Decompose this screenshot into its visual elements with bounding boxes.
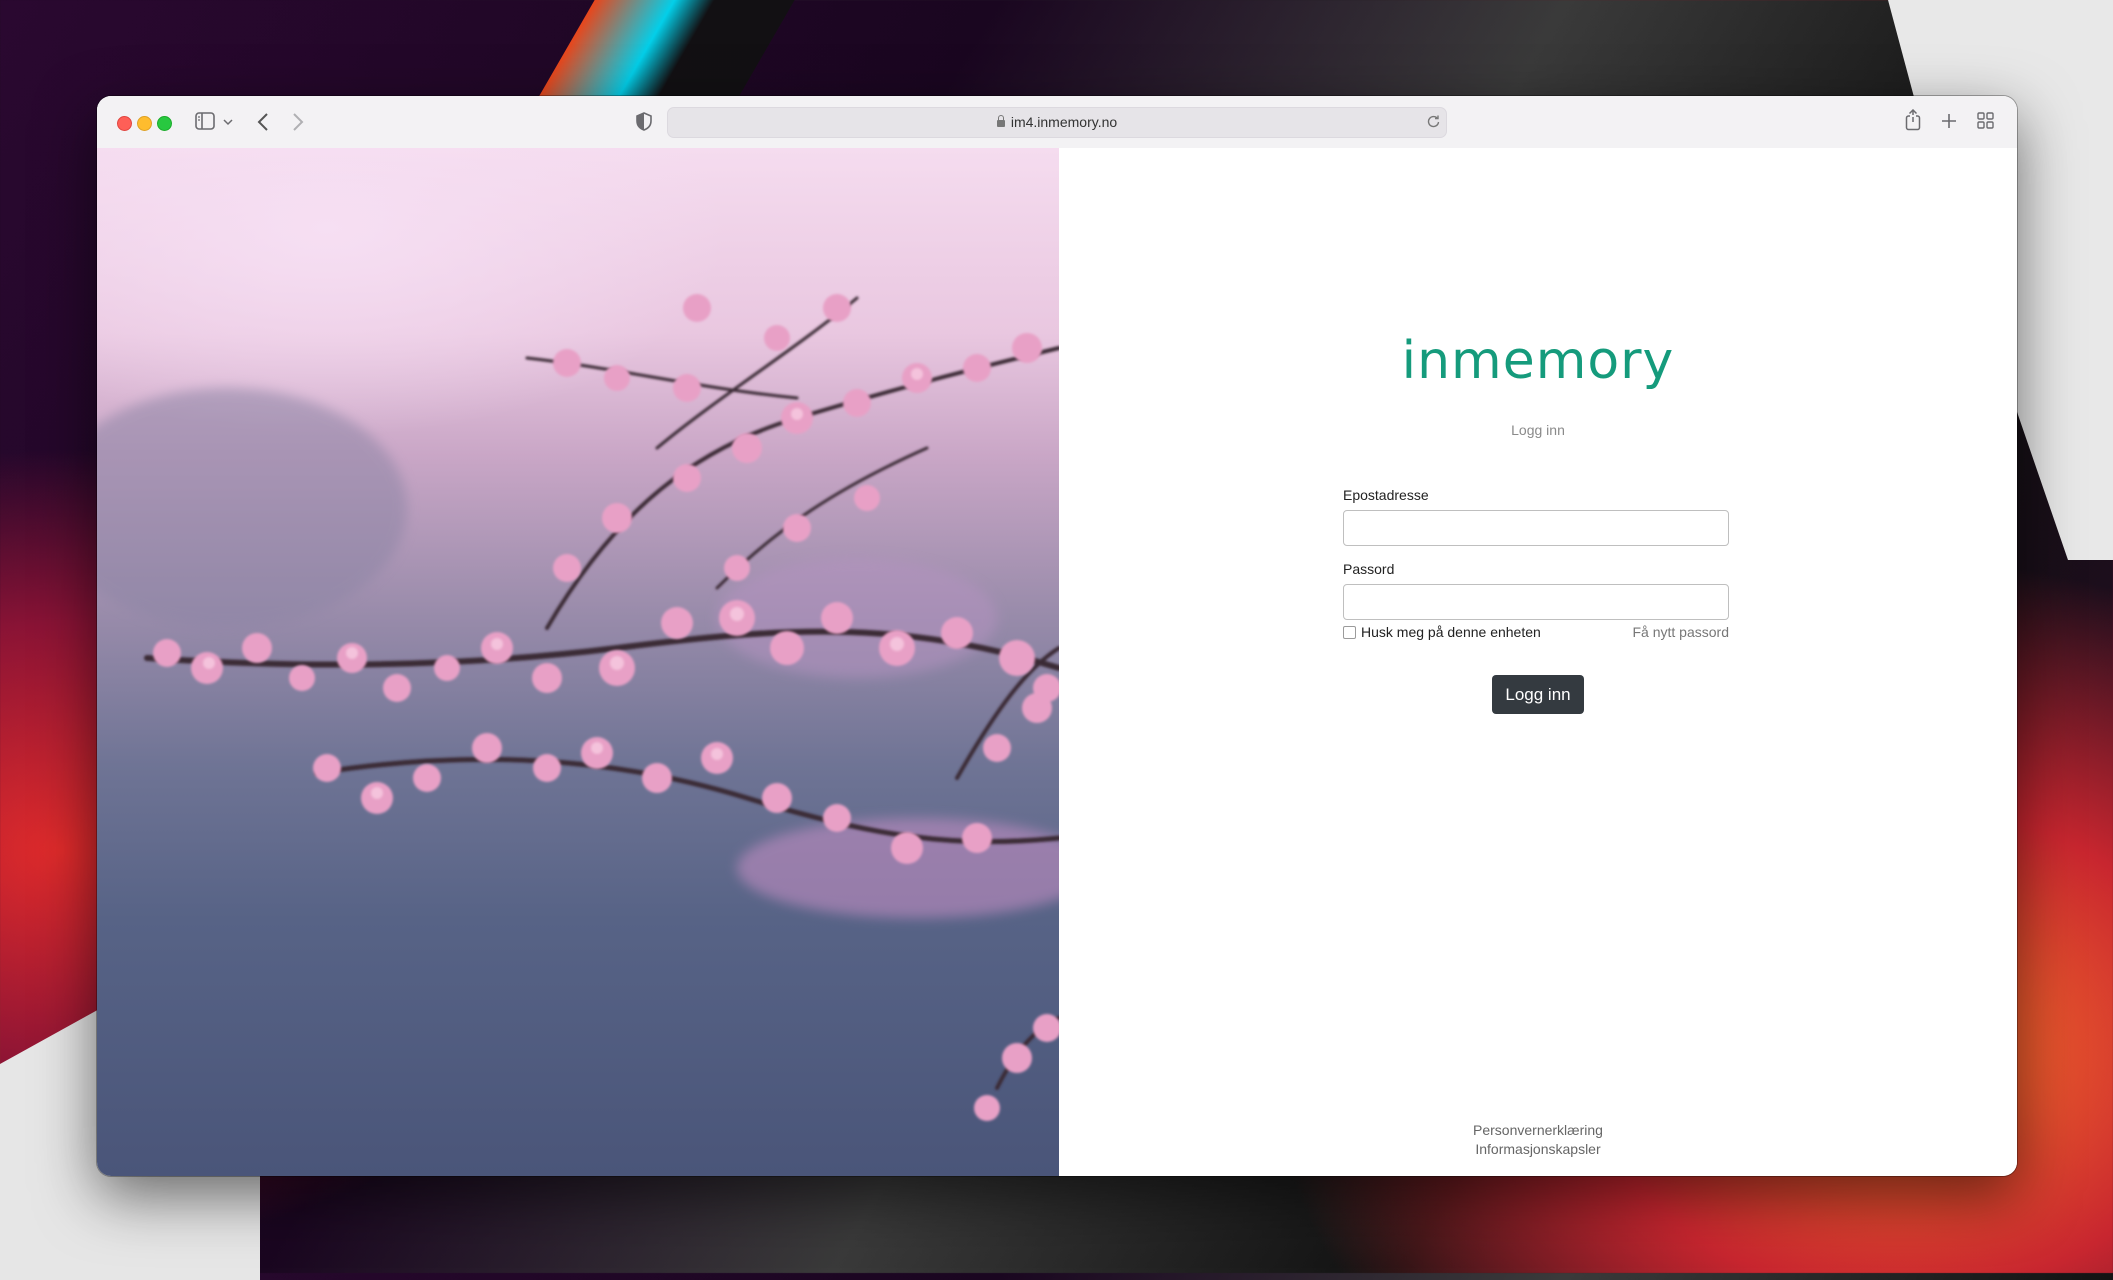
privacy-policy-link[interactable]: Personvernerklæring — [1059, 1122, 2017, 1138]
share-icon[interactable] — [1905, 109, 1921, 131]
remember-me[interactable]: Husk meg på denne enheten — [1343, 624, 1541, 640]
remember-checkbox[interactable] — [1343, 625, 1356, 639]
new-tab-icon[interactable] — [1941, 113, 1957, 129]
privacy-shield-icon[interactable] — [636, 112, 652, 131]
address-url: im4.inmemory.no — [1010, 114, 1118, 130]
email-label: Epostadresse — [1343, 487, 1429, 503]
minimize-window-button[interactable] — [137, 116, 152, 131]
login-subtitle: Logg inn — [1511, 422, 1565, 438]
browser-window: im4.inmemory.no inmemory Logg inn Eposta… — [97, 96, 2017, 1176]
password-label: Passord — [1343, 561, 1395, 577]
forgot-password-link[interactable]: Få nytt passord — [1633, 624, 1730, 640]
browser-toolbar: im4.inmemory.no — [97, 96, 2017, 149]
remember-label: Husk meg på denne enheten — [1361, 624, 1541, 640]
cherry-blossom-photo — [97, 148, 1059, 1176]
forward-arrow-icon[interactable] — [292, 112, 304, 132]
sidebar-toggle-icon[interactable] — [195, 112, 215, 130]
inmemory-logo: inmemory — [1401, 331, 1675, 391]
login-panel: inmemory Logg inn Epostadresse Passord H… — [1059, 148, 2017, 1176]
cookies-link[interactable]: Informasjonskapsler — [1059, 1141, 2017, 1157]
chevron-down-icon[interactable] — [223, 118, 233, 126]
tab-overview-icon[interactable] — [1977, 112, 1994, 129]
email-field[interactable] — [1343, 510, 1729, 546]
back-arrow-icon[interactable] — [257, 112, 269, 132]
password-field[interactable] — [1343, 584, 1729, 620]
lock-icon — [996, 115, 1005, 127]
login-button[interactable]: Logg inn — [1492, 675, 1584, 714]
reload-icon[interactable] — [1427, 114, 1440, 133]
address-bar[interactable]: im4.inmemory.no — [667, 107, 1447, 138]
close-window-button[interactable] — [117, 116, 132, 131]
zoom-window-button[interactable] — [157, 116, 172, 131]
